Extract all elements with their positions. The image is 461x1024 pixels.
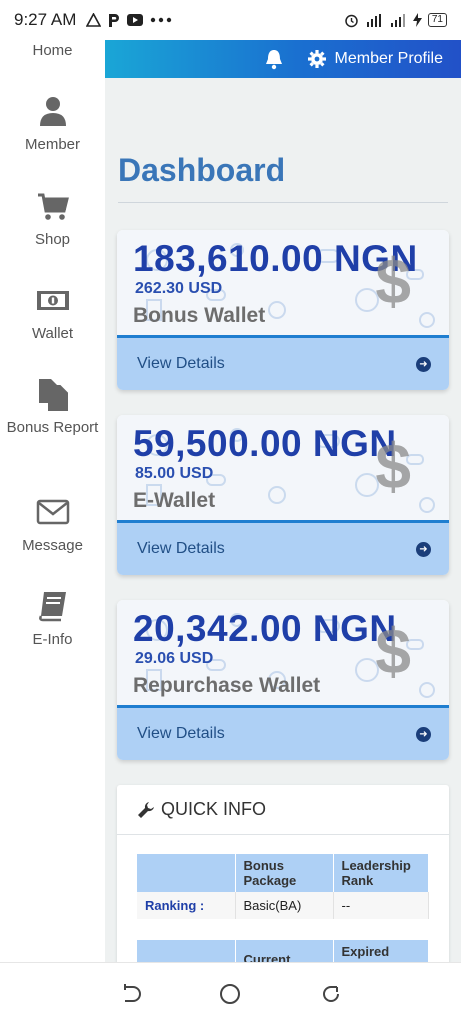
book-icon (38, 592, 66, 622)
sidebar-item-e-info[interactable]: E-Info (0, 589, 105, 651)
quick-info-table: Bonus Package Leadership Rank Ranking : … (137, 854, 429, 919)
sidebar-item-label: Message (22, 537, 83, 554)
wallet-name: Repurchase Wallet (133, 674, 321, 697)
cart-icon (37, 193, 69, 220)
card-body: 183,610.00 NGN 262.30 USD Bonus Wallet $ (117, 230, 449, 338)
user-icon (39, 97, 66, 126)
charging-icon (412, 13, 422, 27)
table-header: Bonus Package (235, 854, 334, 892)
alarm-icon (345, 14, 358, 27)
arrow-circle-right-icon: ➜ (416, 541, 431, 557)
amount-ngn: 20,342.00 NGN (133, 608, 397, 649)
title-divider (118, 202, 448, 203)
view-details-label: View Details (137, 355, 225, 372)
table-header (137, 940, 236, 962)
quick-info-panel: QUICK INFO Bonus Package Leadership Rank… (117, 785, 449, 962)
more-dots-icon (151, 17, 172, 23)
view-details-label: View Details (137, 540, 225, 557)
money-icon (36, 291, 69, 310)
wrench-icon (138, 801, 154, 818)
top-header: Member Profile (105, 40, 461, 78)
table-row: Ranking : Basic(BA) -- (137, 892, 429, 919)
sidebar-item-member[interactable]: Member (0, 94, 105, 156)
sidebar-item-home[interactable]: Home (0, 42, 105, 59)
wallet-name: Bonus Wallet (133, 304, 266, 327)
sidebar-item-shop[interactable]: Shop (0, 189, 105, 251)
arrow-circle-right-icon: ➜ (416, 726, 431, 742)
quick-info-table-2: Current Expired Date (137, 940, 429, 962)
member-profile-button[interactable]: Member Profile (307, 49, 443, 69)
table-header (137, 854, 236, 892)
table-header: Leadership Rank (333, 854, 429, 892)
quick-info-header: QUICK INFO (117, 785, 449, 835)
table-cell: Basic(BA) (235, 892, 334, 919)
table-header: Current (235, 940, 334, 962)
signal-icon (390, 13, 405, 27)
amount-ngn: 59,500.00 NGN (133, 423, 397, 464)
wallet-name: E-Wallet (133, 489, 216, 512)
table-header: Expired Date (333, 940, 429, 962)
system-nav-bar (0, 962, 461, 1024)
bell-icon[interactable] (263, 48, 285, 70)
view-details-label: View Details (137, 725, 225, 742)
main-content: Dashboard 183,610.00 NGN 262.30 USD Bonu… (105, 78, 461, 962)
dollar-icon: $ (375, 615, 411, 687)
envelope-icon (36, 499, 69, 525)
sidebar-item-label: Shop (34, 231, 71, 248)
gear-icon (307, 50, 326, 68)
card-body: 59,500.00 NGN 85.00 USD E-Wallet $ (117, 415, 449, 523)
p-app-icon (109, 13, 120, 27)
view-details-link[interactable]: View Details ➜ (117, 338, 449, 390)
wallet-card-repurchase: 20,342.00 NGN 29.06 USD Repurchase Walle… (117, 600, 449, 760)
page-title: Dashboard (118, 152, 286, 188)
amount-usd: 29.06 USD (135, 650, 214, 667)
sidebar-item-wallet[interactable]: Wallet (0, 283, 105, 345)
back-icon[interactable] (119, 983, 141, 1005)
wallet-card-e-wallet: 59,500.00 NGN 85.00 USD E-Wallet $ View … (117, 415, 449, 575)
sidebar-item-label: Member (24, 136, 80, 153)
warning-icon (86, 13, 102, 27)
wallet-card-bonus: 183,610.00 NGN 262.30 USD Bonus Wallet $… (117, 230, 449, 390)
status-bar: 9:27 AM 71 (0, 0, 461, 40)
signal-4g-icon (366, 13, 381, 27)
sidebar: Home Member Shop Wallet Bonus Report Mes… (0, 40, 105, 962)
sidebar-item-label: E-Info (32, 631, 73, 648)
dollar-icon: $ (375, 430, 411, 502)
row-label: Ranking : (137, 892, 236, 919)
home-icon[interactable] (218, 982, 242, 1006)
amount-usd: 85.00 USD (135, 465, 214, 482)
youtube-icon (127, 14, 144, 26)
sidebar-item-label: Wallet (31, 325, 74, 342)
member-profile-label: Member Profile (334, 50, 443, 67)
sidebar-item-label: Bonus Report (6, 419, 99, 436)
amount-usd: 262.30 USD (135, 280, 223, 297)
view-details-link[interactable]: View Details ➜ (117, 523, 449, 575)
quick-info-title: QUICK INFO (161, 799, 267, 819)
copy-icon (38, 379, 68, 411)
recents-icon[interactable] (320, 983, 342, 1005)
view-details-link[interactable]: View Details ➜ (117, 708, 449, 760)
card-body: 20,342.00 NGN 29.06 USD Repurchase Walle… (117, 600, 449, 708)
table-cell: -- (333, 892, 429, 919)
sidebar-item-message[interactable]: Message (0, 495, 105, 557)
dollar-icon: $ (375, 245, 411, 317)
battery-level: 71 (427, 13, 447, 27)
status-time: 9:27 AM (14, 10, 77, 29)
arrow-circle-right-icon: ➜ (416, 356, 431, 372)
sidebar-item-bonus-report[interactable]: Bonus Report (0, 377, 105, 439)
